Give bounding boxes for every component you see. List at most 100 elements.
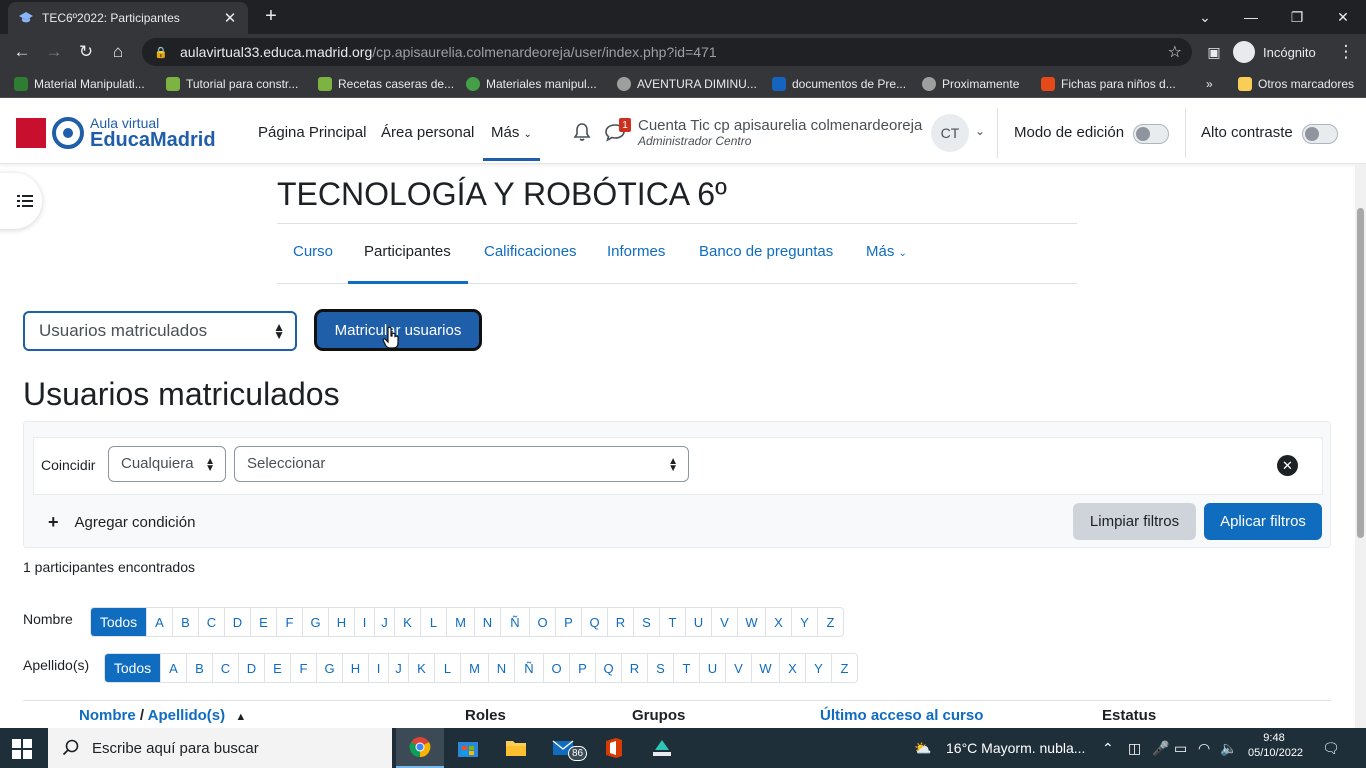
initial-letter-button[interactable]: D <box>224 608 250 636</box>
initial-letter-button[interactable]: K <box>408 654 434 682</box>
new-tab-icon[interactable]: + <box>259 4 283 28</box>
initial-letter-button[interactable]: U <box>699 654 725 682</box>
initial-letter-button[interactable]: G <box>302 608 328 636</box>
initial-letter-button[interactable]: F <box>290 654 316 682</box>
bookmark-item[interactable]: Fichas para niños d... <box>1041 75 1176 93</box>
show-hidden-icons-icon[interactable]: ⌃ <box>1102 740 1114 757</box>
notifications-center-icon[interactable]: 🗨 <box>1322 740 1340 757</box>
tab-participants[interactable]: Participantes <box>364 243 451 260</box>
scrollbar-thumb[interactable] <box>1357 208 1364 538</box>
taskbar-clock[interactable]: 9:48 05/10/2022 <box>1248 731 1303 761</box>
sort-firstname-link[interactable]: Nombre <box>79 707 136 724</box>
user-menu-chevron-icon[interactable]: ⌄ <box>975 124 985 138</box>
initial-letter-button[interactable]: Z <box>831 654 857 682</box>
microphone-icon[interactable]: 🎤 <box>1152 740 1169 757</box>
mail-icon[interactable]: 86 <box>540 728 588 768</box>
tab-grades[interactable]: Calificaciones <box>484 243 577 260</box>
initial-letter-button[interactable]: H <box>342 654 368 682</box>
apply-filters-button[interactable]: Aplicar filtros <box>1204 503 1322 540</box>
tab-reports[interactable]: Informes <box>607 243 665 260</box>
bookmark-item[interactable]: Materiales manipul... <box>466 75 597 93</box>
office-icon[interactable] <box>590 728 638 768</box>
participants-page-select[interactable]: Usuarios matriculados ▲ ▼ <box>23 311 297 351</box>
initial-letter-button[interactable]: S <box>647 654 673 682</box>
initial-letter-button[interactable]: P <box>555 608 581 636</box>
initial-letter-button[interactable]: X <box>779 654 805 682</box>
initial-letter-button[interactable]: N <box>488 654 514 682</box>
initial-letter-button[interactable]: Z <box>817 608 843 636</box>
bookmarks-overflow-icon[interactable]: » <box>1206 75 1213 93</box>
initial-letter-button[interactable]: D <box>238 654 264 682</box>
tab-search-icon[interactable]: ⌄ <box>1182 0 1228 34</box>
match-select[interactable]: Cualquiera ▲ ▼ <box>108 446 226 482</box>
bookmark-item[interactable]: Material Manipulati... <box>14 75 145 93</box>
chrome-icon[interactable] <box>396 728 444 768</box>
initial-letter-button[interactable]: X <box>765 608 791 636</box>
tab-question-bank[interactable]: Banco de preguntas <box>699 243 833 260</box>
initial-letter-button[interactable]: C <box>198 608 224 636</box>
sort-lastname-link[interactable]: Apellido(s) <box>148 707 226 724</box>
initial-letter-button[interactable]: B <box>172 608 198 636</box>
close-window-icon[interactable]: ✕ <box>1320 0 1366 34</box>
initial-letter-button[interactable]: A <box>160 654 186 682</box>
weather-icon[interactable]: ⛅ <box>914 740 931 757</box>
minimize-icon[interactable]: — <box>1228 0 1274 34</box>
initial-letter-button[interactable]: E <box>250 608 276 636</box>
initial-letter-button[interactable]: F <box>276 608 302 636</box>
filter-type-select[interactable]: Seleccionar ▲ ▼ <box>234 446 689 482</box>
initial-letter-button[interactable]: O <box>529 608 555 636</box>
close-tab-icon[interactable]: ✕ <box>222 9 238 27</box>
app-icon[interactable] <box>638 728 686 768</box>
forward-icon[interactable]: → <box>40 38 68 66</box>
nav-dashboard[interactable]: Área personal <box>381 124 474 141</box>
initial-letter-button[interactable]: S <box>633 608 659 636</box>
taskbar-search-input[interactable]: Escribe aquí para buscar <box>48 728 392 768</box>
initial-letter-button[interactable]: R <box>621 654 647 682</box>
initial-letter-button[interactable]: K <box>394 608 420 636</box>
initial-letter-button[interactable]: G <box>316 654 342 682</box>
bookmark-star-icon[interactable]: ☆ <box>1168 42 1182 62</box>
initial-letter-button[interactable]: Y <box>791 608 817 636</box>
nav-home[interactable]: Página Principal <box>258 124 366 141</box>
initial-letter-button[interactable]: L <box>420 608 446 636</box>
bookmark-item[interactable]: Proximamente <box>922 75 1019 93</box>
initial-letter-button[interactable]: Q <box>581 608 607 636</box>
tab-more[interactable]: Más ⌄ <box>866 243 907 260</box>
add-condition-button[interactable]: + Agregar condición <box>48 512 195 533</box>
initial-all-button[interactable]: Todos <box>91 608 146 636</box>
initial-letter-button[interactable]: Ñ <box>514 654 543 682</box>
file-explorer-icon[interactable] <box>492 728 540 768</box>
column-last-access-header[interactable]: Último acceso al curso <box>820 707 983 724</box>
initial-letter-button[interactable]: L <box>434 654 460 682</box>
tab-course[interactable]: Curso <box>293 243 333 260</box>
initial-letter-button[interactable]: T <box>659 608 685 636</box>
initial-letter-button[interactable]: H <box>328 608 354 636</box>
initial-letter-button[interactable]: I <box>354 608 374 636</box>
initial-letter-button[interactable]: E <box>264 654 290 682</box>
avatar[interactable]: CT <box>931 114 969 152</box>
edit-mode-toggle[interactable] <box>1133 124 1169 144</box>
nav-more[interactable]: Más ⌄ <box>491 124 532 141</box>
initial-letter-button[interactable]: B <box>186 654 212 682</box>
bookmark-item[interactable]: documentos de Pre... <box>772 75 906 93</box>
initial-letter-button[interactable]: I <box>368 654 388 682</box>
user-menu[interactable]: Cuenta Tic cp apisaurelia colmenardeorej… <box>638 117 922 148</box>
other-bookmarks[interactable]: Otros marcadores <box>1238 75 1354 93</box>
microsoft-store-icon[interactable] <box>444 728 492 768</box>
incognito-indicator[interactable]: Incógnito <box>1233 40 1316 64</box>
initial-letter-button[interactable]: C <box>212 654 238 682</box>
initial-letter-button[interactable]: M <box>460 654 488 682</box>
initial-letter-button[interactable]: W <box>737 608 765 636</box>
browser-menu-icon[interactable]: ⋮ <box>1332 38 1360 66</box>
initial-all-button[interactable]: Todos <box>105 654 160 682</box>
meet-now-icon[interactable]: ◫ <box>1128 740 1141 757</box>
initial-letter-button[interactable]: Y <box>805 654 831 682</box>
notifications-bell-icon[interactable] <box>572 122 592 142</box>
weather-text[interactable]: 16°C Mayorm. nubla... <box>946 740 1085 756</box>
initial-letter-button[interactable]: J <box>374 608 394 636</box>
bookmark-item[interactable]: Recetas caseras de... <box>318 75 454 93</box>
windows-start-icon[interactable] <box>12 739 32 759</box>
initial-letter-button[interactable]: O <box>543 654 569 682</box>
address-bar[interactable]: 🔒 aulavirtual33.educa.madrid.org/cp.apis… <box>142 38 1192 66</box>
initial-letter-button[interactable]: V <box>711 608 737 636</box>
